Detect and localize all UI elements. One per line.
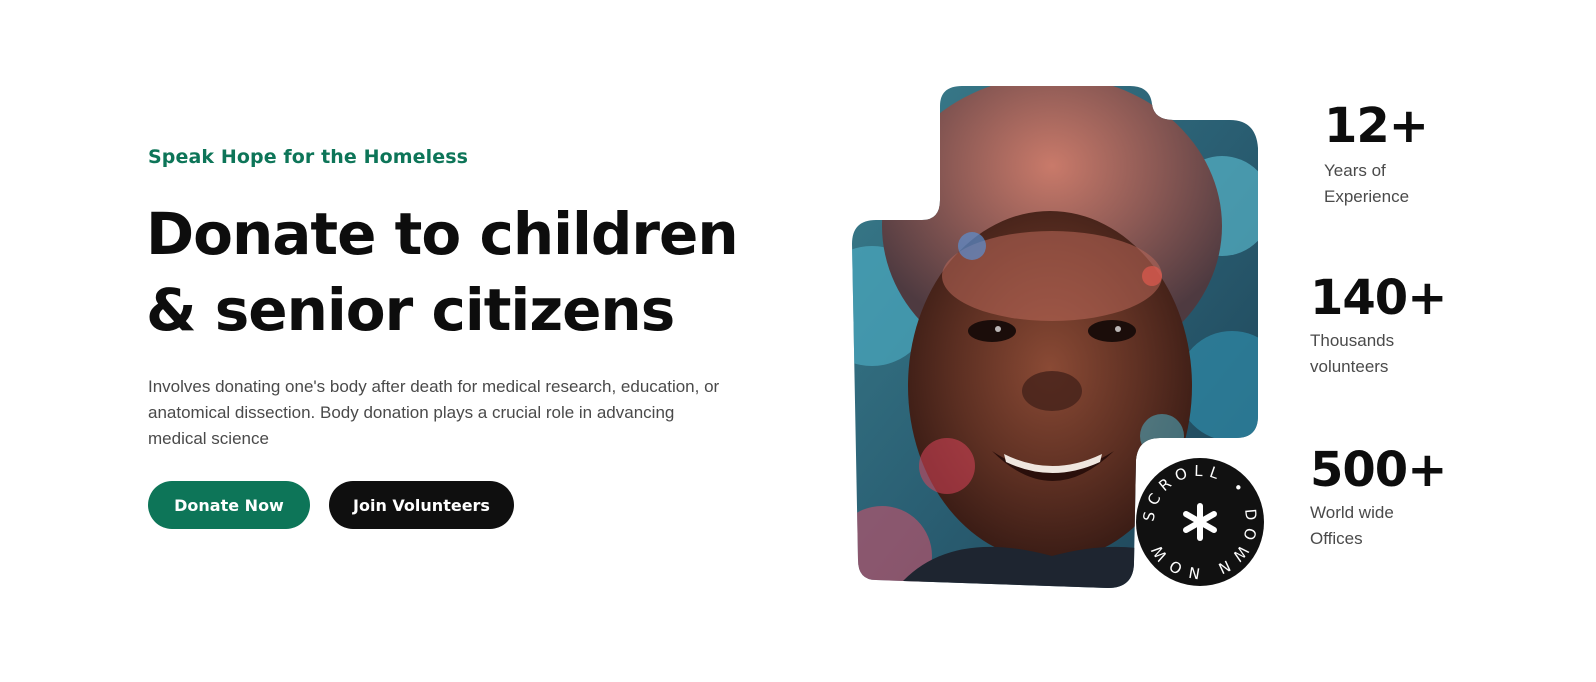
stat-label-line: World wide: [1310, 503, 1394, 522]
hero-description: Involves donating one's body after death…: [148, 377, 720, 448]
join-volunteers-button[interactable]: Join Volunteers: [329, 481, 514, 529]
stat-label: World wide Offices: [1310, 500, 1440, 552]
donate-now-button[interactable]: Donate Now: [148, 481, 310, 529]
stat-value: 12+: [1324, 98, 1429, 154]
stat-label: Thousands volunteers: [1310, 328, 1440, 380]
stat-value: 500+: [1310, 442, 1447, 498]
hero-section: Speak Hope for the Homeless Donate to ch…: [0, 0, 1596, 682]
stat-offices: 500+ World wide Offices: [1310, 442, 1447, 552]
stat-label-line: Years of: [1324, 161, 1386, 180]
stat-value: 140+: [1310, 270, 1447, 326]
stat-label: Years of Experience: [1324, 158, 1454, 210]
stat-label-line: Experience: [1324, 187, 1410, 206]
stat-label-line: Thousands: [1310, 331, 1395, 350]
stat-label-line: Offices: [1310, 529, 1363, 548]
stat-years: 12+ Years of Experience: [1324, 98, 1454, 210]
hero-headline: Donate to children & senior citizens: [146, 196, 739, 348]
scroll-down-badge[interactable]: SCROLL • DOWN NOW •: [1136, 458, 1264, 586]
hero-headline-line-2: & senior citizens: [146, 276, 675, 344]
hero-headline-line-1: Donate to children: [146, 200, 739, 268]
stat-volunteers: 140+ Thousands volunteers: [1310, 270, 1447, 380]
asterisk-icon: [1183, 503, 1217, 541]
stat-label-line: volunteers: [1310, 357, 1389, 376]
hero-eyebrow: Speak Hope for the Homeless: [148, 146, 469, 168]
